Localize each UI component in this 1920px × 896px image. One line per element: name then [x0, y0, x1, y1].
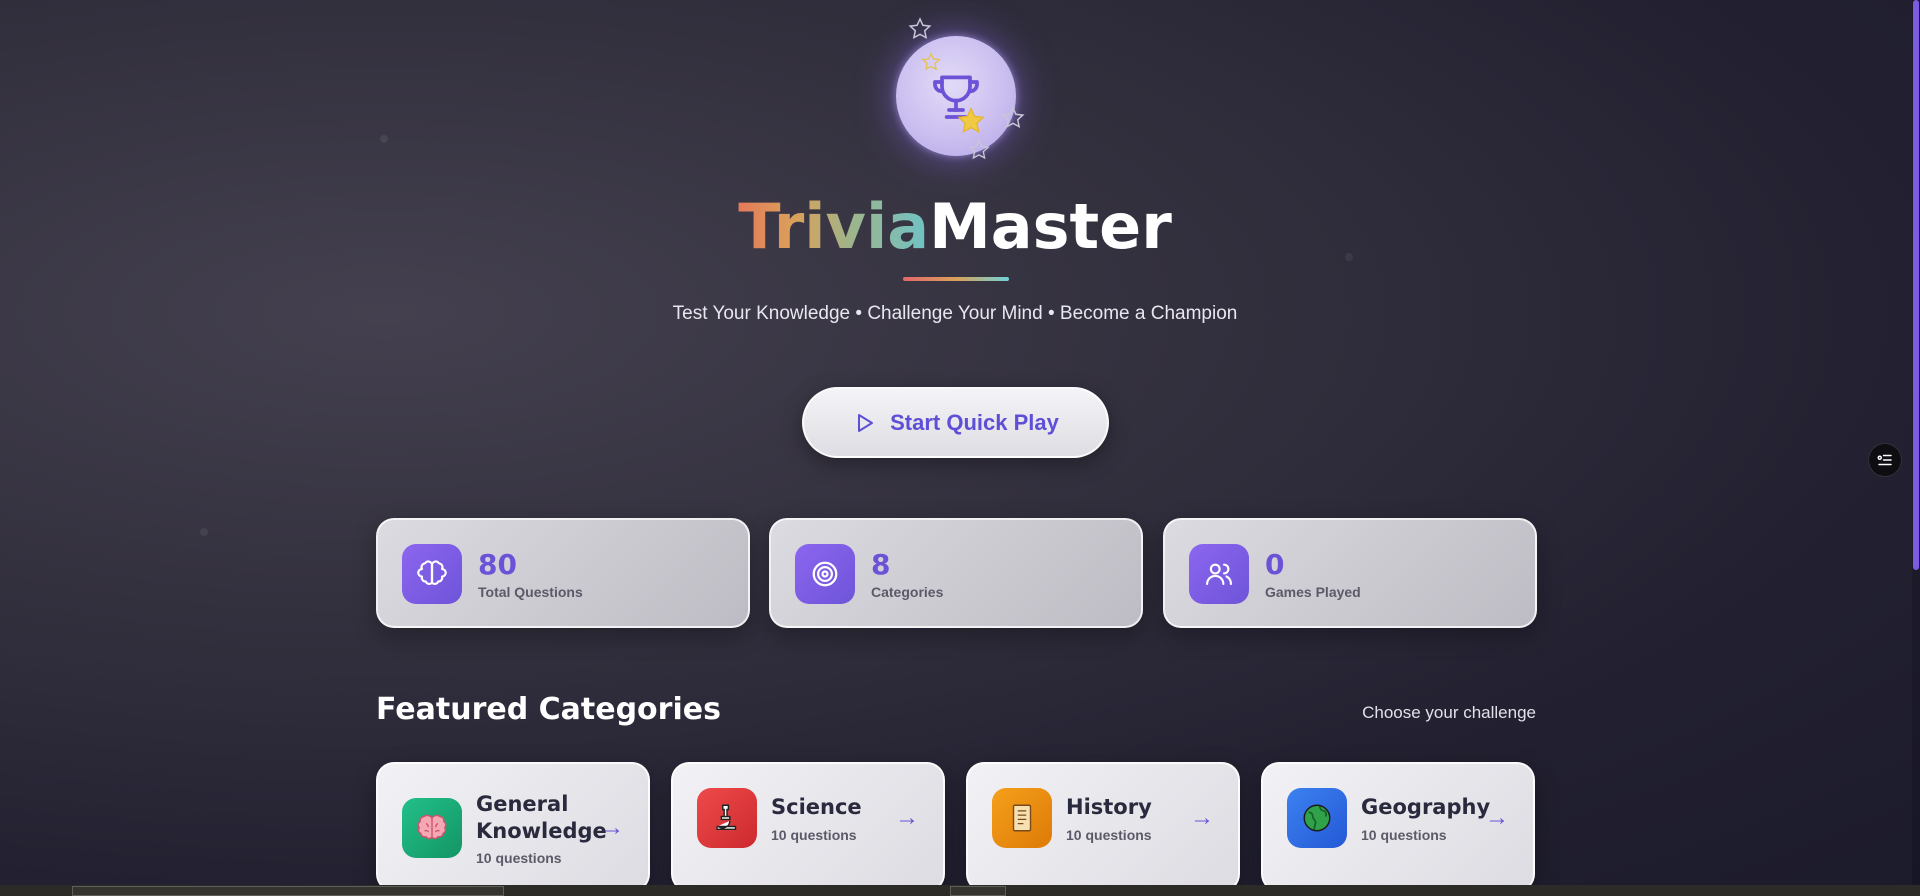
app-title-part2: Master	[929, 190, 1172, 263]
list-settings-icon	[1877, 454, 1892, 466]
trophy-badge	[896, 36, 1016, 156]
category-name: History	[1066, 795, 1152, 819]
sparkle-icon	[957, 107, 985, 133]
tagline: Test Your Knowledge • Challenge Your Min…	[672, 303, 1238, 324]
category-count: 10 questions	[1361, 827, 1447, 843]
stat-card-total-questions: 80 Total Questions	[376, 518, 750, 628]
sparkle-icon	[921, 52, 941, 71]
app-title: TriviaMaster	[0, 190, 1910, 264]
microscope-icon	[697, 788, 757, 848]
stat-value: 80	[478, 548, 517, 581]
floating-menu-button[interactable]	[1868, 443, 1902, 477]
taskbar-segment[interactable]	[950, 886, 1006, 896]
category-card-science[interactable]: Science 10 questions →	[671, 762, 945, 892]
target-icon	[795, 544, 855, 604]
category-card-geography[interactable]: Geography 10 questions →	[1261, 762, 1535, 892]
globe-icon	[1287, 788, 1347, 848]
taskbar-segment[interactable]	[72, 886, 504, 896]
stat-card-categories: 8 Categories	[769, 518, 1143, 628]
category-name: Geography	[1361, 795, 1491, 819]
scroll-icon	[992, 788, 1052, 848]
category-count: 10 questions	[771, 827, 857, 843]
star-icon	[1001, 106, 1025, 129]
start-quick-play-label: Start Quick Play	[890, 409, 1059, 435]
app-title-part1: Trivia	[738, 190, 930, 263]
featured-categories-subtitle: Choose your challenge	[1362, 703, 1536, 722]
arrow-right-icon: →	[895, 804, 919, 831]
category-name: Science	[771, 795, 862, 819]
arrow-right-icon: →	[1485, 804, 1509, 831]
featured-categories-title: Featured Categories	[376, 692, 721, 727]
category-count: 10 questions	[476, 850, 562, 866]
brain-icon	[402, 544, 462, 604]
play-icon	[858, 413, 874, 432]
stat-value: 8	[871, 548, 891, 581]
star-icon	[908, 17, 932, 40]
star-icon	[968, 139, 990, 160]
stat-card-games-played: 0 Games Played	[1163, 518, 1537, 628]
category-name: General Knowledge	[476, 792, 607, 843]
stat-label: Categories	[871, 584, 944, 600]
category-card-history[interactable]: History 10 questions →	[966, 762, 1240, 892]
scrollbar-thumb[interactable]	[1913, 0, 1919, 570]
stat-label: Total Questions	[478, 584, 583, 600]
arrow-right-icon: →	[1190, 804, 1214, 831]
background-dot	[380, 135, 388, 143]
stat-label: Games Played	[1265, 584, 1361, 600]
users-icon	[1189, 544, 1249, 604]
stat-value: 0	[1265, 548, 1285, 581]
background-dot	[200, 528, 208, 536]
category-count: 10 questions	[1066, 827, 1152, 843]
brain-emoji-icon	[402, 798, 462, 858]
category-card-general-knowledge[interactable]: General Knowledge 10 questions →	[376, 762, 650, 892]
start-quick-play-button[interactable]: Start Quick Play	[802, 387, 1109, 458]
arrow-right-icon: →	[600, 814, 624, 841]
title-underline	[903, 277, 1009, 281]
